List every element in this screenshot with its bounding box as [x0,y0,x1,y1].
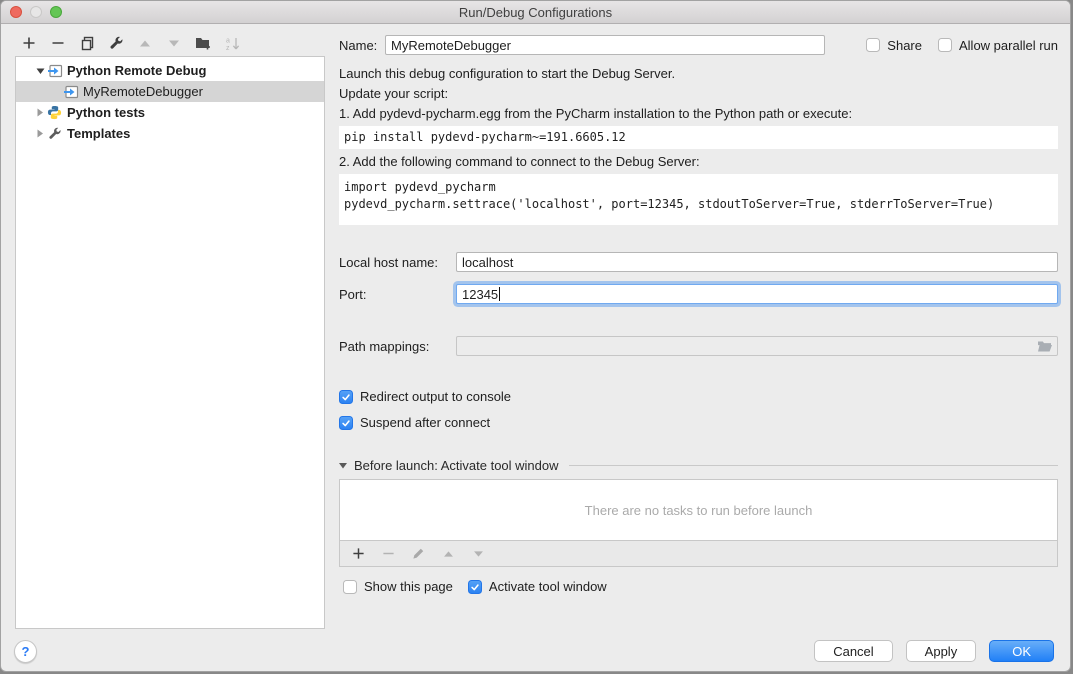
allow-parallel-run-checkbox[interactable]: Allow parallel run [938,38,1058,53]
chevron-down-icon [339,462,347,469]
tree-item-label: Python tests [67,105,145,120]
task-up-icon[interactable] [440,546,456,562]
path-mappings-label: Path mappings: [339,339,456,354]
new-folder-icon[interactable] [195,35,211,51]
checkbox-unchecked-icon [866,38,880,52]
text-caret [499,287,500,301]
remote-debug-icon [46,63,63,79]
sort-icon[interactable]: az [224,35,240,51]
checkbox-unchecked-icon [938,38,952,52]
checkbox-checked-icon [339,390,353,404]
separator-line [569,465,1058,466]
port-input[interactable]: 12345 [456,284,1058,304]
tree-item-label: Templates [67,126,130,141]
move-up-icon[interactable] [137,35,153,51]
ok-button[interactable]: OK [989,640,1054,662]
edit-task-icon[interactable] [410,546,426,562]
copy-icon[interactable] [79,35,95,51]
pip-install-code: pip install pydevd-pycharm~=191.6605.12 [339,126,1058,149]
edit-icon[interactable] [108,35,124,51]
minimize-button[interactable] [30,6,42,18]
show-this-page-checkbox[interactable]: Show this page [343,579,453,594]
chevron-right-icon[interactable] [34,129,46,138]
local-host-name-input[interactable] [456,252,1058,272]
configurations-toolbar: az [21,32,240,54]
add-task-icon[interactable] [350,546,366,562]
remove-task-icon[interactable] [380,546,396,562]
tree-item-myremotedebugger[interactable]: MyRemoteDebugger [16,81,324,102]
launch-instruction-text: Launch this debug configuration to start… [339,65,1058,83]
remove-icon[interactable] [50,35,66,51]
settrace-code: import pydevd_pycharmpydevd_pycharm.sett… [339,174,1058,225]
path-mappings-input[interactable] [456,336,1058,356]
name-label: Name: [339,38,385,53]
add-icon[interactable] [21,35,37,51]
before-launch-task-list: There are no tasks to run before launch [339,479,1058,567]
wrench-icon [46,126,63,142]
before-launch-label: Before launch: Activate tool window [354,458,559,473]
suspend-after-connect-checkbox[interactable]: Suspend after connect [339,415,1058,430]
redirect-output-checkbox[interactable]: Redirect output to console [339,389,1058,404]
local-host-name-label: Local host name: [339,255,456,270]
task-down-icon[interactable] [470,546,486,562]
tree-item-python-tests[interactable]: Python tests [16,102,324,123]
step1-text: 1. Add pydevd-pycharm.egg from the PyCha… [339,105,1058,123]
zoom-button[interactable] [50,6,62,18]
tree-item-templates[interactable]: Templates [16,123,324,144]
title-bar: Run/Debug Configurations [1,1,1070,24]
svg-text:a: a [226,37,230,44]
svg-text:z: z [226,45,230,51]
chevron-down-icon[interactable] [34,67,46,75]
move-down-icon[interactable] [166,35,182,51]
update-script-text: Update your script: [339,85,1058,103]
cancel-button[interactable]: Cancel [814,640,892,662]
tree-item-label: MyRemoteDebugger [83,84,203,99]
tree-item-label: Python Remote Debug [67,63,206,78]
configurations-tree: Python Remote Debug MyRemoteDebugger Pyt… [15,56,325,629]
empty-tasks-message: There are no tasks to run before launch [340,480,1057,540]
port-label: Port: [339,287,456,302]
checkbox-checked-icon [339,416,353,430]
before-launch-header[interactable]: Before launch: Activate tool window [339,458,1058,473]
step2-text: 2. Add the following command to connect … [339,153,1058,171]
window-title: Run/Debug Configurations [459,5,612,20]
share-checkbox[interactable]: Share [866,38,922,53]
tree-item-python-remote-debug[interactable]: Python Remote Debug [16,60,324,81]
tasks-toolbar [340,540,1057,566]
help-button[interactable]: ? [14,640,37,663]
apply-button[interactable]: Apply [906,640,977,662]
remote-debug-icon [62,84,79,100]
folder-browse-icon[interactable] [1037,338,1053,354]
checkbox-unchecked-icon [343,580,357,594]
python-icon [46,105,63,121]
checkbox-checked-icon [468,580,482,594]
chevron-right-icon[interactable] [34,108,46,117]
name-input[interactable] [385,35,825,55]
close-button[interactable] [10,6,22,18]
run-debug-configurations-dialog: Run/Debug Configurations [0,0,1071,672]
window-controls [10,6,62,18]
activate-tool-window-checkbox[interactable]: Activate tool window [468,579,607,594]
